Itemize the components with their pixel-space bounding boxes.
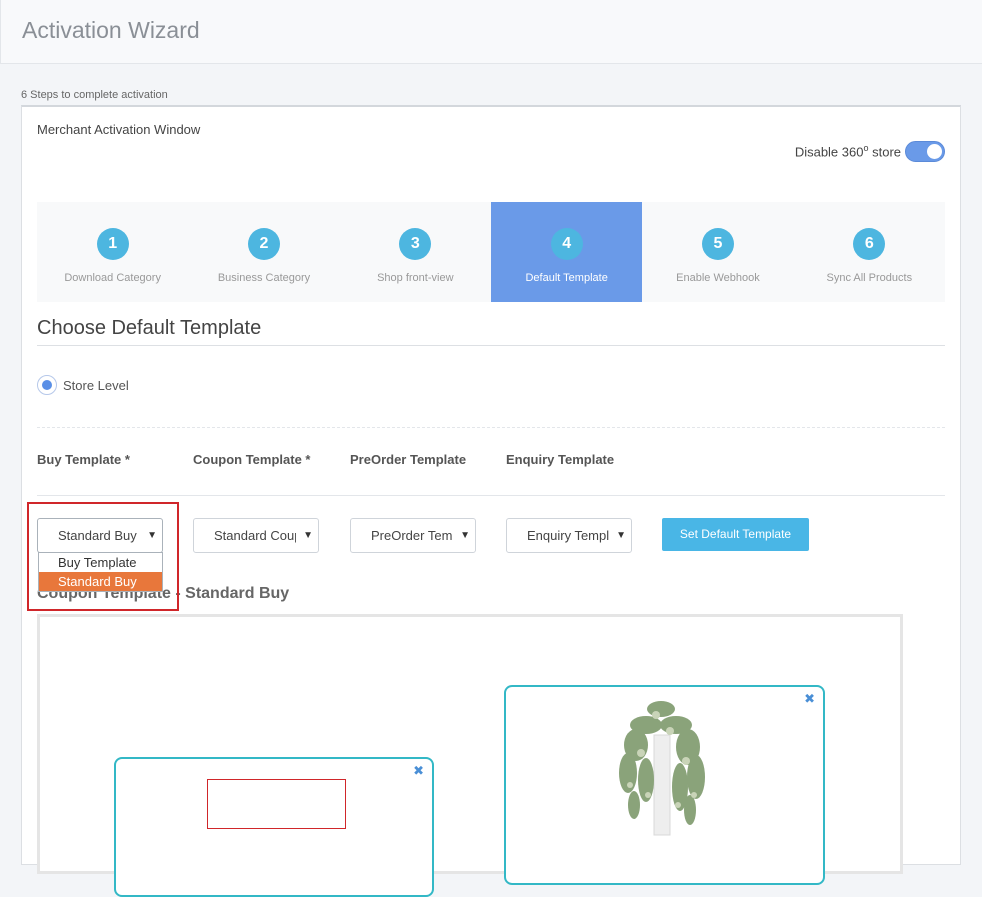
toggle-knob	[927, 144, 942, 159]
disable-store-toggle-group: Disable 360o store	[795, 141, 945, 162]
step-download-category[interactable]: 1 Download Category	[37, 202, 188, 302]
step-default-template[interactable]: 4 Default Template	[490, 202, 643, 302]
select-value: PreOrder Template	[371, 528, 453, 543]
enquiry-template-label: Enquiry Template	[506, 452, 615, 467]
step-label: Download Category	[64, 272, 161, 284]
template-preview: ✖ ✖	[37, 614, 903, 897]
plant-product-image	[619, 701, 705, 836]
step-label: Default Template	[525, 272, 608, 284]
preorder-template-label: PreOrder Template	[350, 452, 467, 467]
preorder-template-select[interactable]: PreOrder Template ▼	[350, 518, 476, 553]
store-level-radio-group: Store Level	[37, 375, 129, 395]
toggle-label: Disable 360o store	[794, 143, 901, 160]
chevron-down-icon: ▼	[303, 530, 313, 541]
divider	[37, 495, 945, 496]
step-sync-all-products[interactable]: 6 Sync All Products	[794, 202, 945, 302]
buy-template-dropdown: Buy Template Standard Buy	[38, 552, 163, 592]
coupon-template-select[interactable]: Standard Coupon ▼	[193, 518, 319, 553]
dropdown-option-standard-buy[interactable]: Standard Buy	[39, 572, 162, 591]
section-title: Choose Default Template	[37, 317, 262, 339]
step-label: Shop front-view	[377, 272, 454, 284]
step-label: Sync All Products	[826, 272, 913, 284]
template-card-left: ✖	[114, 757, 434, 897]
chevron-down-icon: ▼	[460, 530, 470, 541]
close-icon[interactable]: ✖	[804, 691, 815, 707]
chevron-down-icon: ▼	[616, 530, 626, 541]
page-title: Activation Wizard	[22, 17, 200, 43]
page-header: Activation Wizard	[0, 0, 982, 64]
step-number: 6	[853, 228, 886, 260]
step-label: Enable Webhook	[676, 272, 760, 284]
step-business-category[interactable]: 2 Business Category	[188, 202, 339, 302]
select-value: Standard Coupon	[214, 528, 296, 543]
disable-store-toggle[interactable]	[905, 141, 945, 162]
activation-card: Merchant Activation Window Disable 360o …	[21, 105, 961, 897]
step-label: Business Category	[217, 272, 311, 284]
steps-caption: 6 Steps to complete activation	[21, 89, 168, 101]
step-number: 5	[701, 228, 734, 260]
step-number: 3	[399, 228, 432, 260]
set-default-template-button[interactable]: Set Default Template	[662, 518, 809, 551]
select-value: Enquiry Template	[527, 528, 609, 543]
card-title: Merchant Activation Window	[37, 122, 201, 137]
step-number: 1	[96, 228, 129, 260]
step-number: 2	[247, 228, 280, 260]
template-card-right: ✖	[504, 685, 825, 885]
placeholder-box	[207, 779, 346, 829]
radio-dot	[42, 380, 52, 390]
buy-template-label: Buy Template *	[37, 452, 130, 467]
wizard-stepper: 1 Download Category 2 Business Category …	[37, 202, 945, 302]
step-shop-front-view[interactable]: 3 Shop front-view	[340, 202, 491, 302]
store-level-radio[interactable]	[37, 375, 57, 395]
step-enable-webhook[interactable]: 5 Enable Webhook	[642, 202, 793, 302]
divider	[37, 427, 945, 428]
enquiry-template-select[interactable]: Enquiry Template ▼	[506, 518, 632, 553]
radio-label: Store Level	[63, 377, 129, 393]
close-icon[interactable]: ✖	[413, 763, 424, 779]
dropdown-option-buy-template[interactable]: Buy Template	[39, 553, 162, 572]
coupon-template-label: Coupon Template *	[193, 452, 311, 467]
step-number: 4	[550, 228, 583, 260]
divider	[37, 345, 945, 346]
